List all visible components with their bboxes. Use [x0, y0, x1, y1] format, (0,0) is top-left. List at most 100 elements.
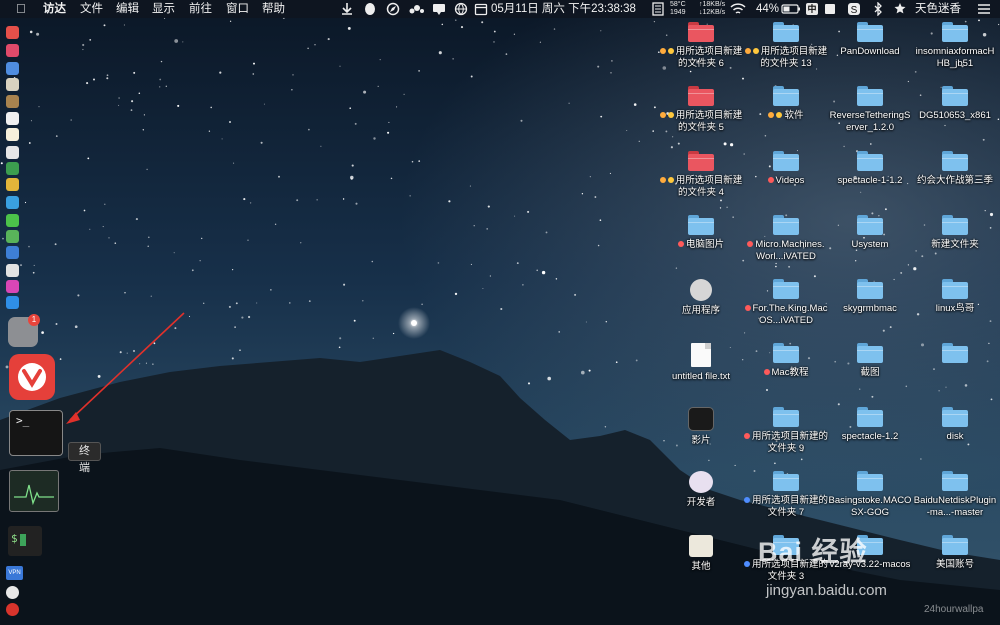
activity-monitor-icon[interactable] — [9, 470, 59, 512]
input-method-badge[interactable]: 中 — [806, 3, 818, 15]
desktop-item[interactable]: 用所选项目新建的文件夹 4 — [659, 151, 743, 199]
safari-icon[interactable] — [6, 62, 19, 75]
desktop-item-label: linux鸟哥 — [913, 303, 997, 315]
star — [729, 143, 734, 147]
star — [882, 329, 885, 332]
desktop-item[interactable]: Mac教程 — [744, 343, 828, 379]
music-icon[interactable] — [6, 280, 19, 293]
calendar-app-icon[interactable] — [6, 112, 19, 125]
menu-go[interactable]: 前往 — [189, 0, 212, 18]
notification-icon[interactable] — [432, 2, 446, 16]
app-store-icon[interactable] — [6, 296, 19, 309]
desktop-item[interactable]: 用所选项目新建的文件夹 5 — [659, 86, 743, 134]
dock-app-icon[interactable] — [6, 26, 19, 39]
compass-icon[interactable] — [386, 2, 400, 16]
desktop-item[interactable]: disk — [913, 407, 997, 443]
desktop-item[interactable]: 软件 — [744, 86, 828, 122]
dock-app-icon[interactable] — [6, 146, 19, 159]
memory-icon[interactable] — [652, 2, 664, 16]
desktop-item[interactable]: untitled file.txt — [659, 343, 743, 383]
desktop-item-label: 其他 — [659, 561, 743, 573]
qq-penguin-icon[interactable] — [363, 2, 377, 16]
desktop-item[interactable]: spectacle-1-1.2 — [828, 151, 912, 187]
desktop-item[interactable]: insomniaxformacHHB_jb51 — [913, 22, 997, 70]
chrome-icon[interactable] — [6, 178, 19, 191]
desktop-item[interactable]: 开发者 — [659, 471, 743, 509]
numbers-icon[interactable] — [6, 246, 19, 259]
desktop-item[interactable]: For.The.King.MacOS...iVATED — [744, 279, 828, 327]
star — [133, 71, 136, 74]
desktop-item[interactable]: Micro.Machines.Worl...iVATED — [744, 215, 828, 263]
control-icon[interactable] — [823, 2, 837, 16]
desktop-item[interactable]: 影片 — [659, 407, 743, 447]
menu-help[interactable]: 帮助 — [262, 0, 285, 18]
star — [441, 23, 444, 26]
download-icon[interactable] — [340, 2, 354, 16]
menu-window[interactable]: 窗口 — [226, 0, 249, 18]
wifi-icon[interactable] — [730, 2, 746, 16]
clock[interactable]: 05月11日 周六 下午23:38:38 — [491, 0, 636, 18]
menu-edit[interactable]: 编辑 — [116, 0, 139, 18]
desktop-item[interactable]: Usystem — [828, 215, 912, 251]
desktop-item[interactable]: 美国账号 — [913, 535, 997, 571]
desktop-item[interactable]: 用所选项目新建的文件夹 13 — [744, 22, 828, 70]
dock-app-icon[interactable] — [6, 44, 19, 57]
desktop-item[interactable]: spectacle-1.2 — [828, 407, 912, 443]
dock-app-icon[interactable] — [6, 196, 19, 209]
desktop-item-name: DG510653_x861 — [919, 110, 991, 121]
desktop-item[interactable]: 截图 — [828, 343, 912, 379]
star-icon[interactable] — [894, 2, 906, 16]
s-app-icon[interactable]: S — [847, 2, 861, 16]
desktop-item[interactable]: 用所选项目新建的文件夹 6 — [659, 22, 743, 70]
terminal-icon[interactable]: >_ — [9, 410, 63, 456]
desktop-item[interactable]: 电脑图片 — [659, 215, 743, 251]
dock-app-icon[interactable] — [6, 128, 19, 141]
desktop-item[interactable]: 用所选项目新建的文件夹 7 — [744, 471, 828, 519]
battery-percent[interactable]: 44% — [756, 0, 779, 18]
battery-icon[interactable] — [781, 2, 801, 16]
yandex-icon[interactable] — [6, 586, 19, 599]
star — [83, 209, 86, 212]
globe-icon[interactable] — [454, 2, 468, 16]
star — [82, 48, 84, 51]
desktop-item[interactable]: 其他 — [659, 535, 743, 573]
desktop-item[interactable]: 用所选项目新建的文件夹 9 — [744, 407, 828, 455]
menu-list-icon[interactable] — [976, 2, 992, 16]
desktop-item[interactable]: 应用程序 — [659, 279, 743, 317]
dots-icon[interactable] — [409, 2, 425, 16]
star — [869, 143, 872, 145]
desktop-item[interactable]: 新建文件夹 — [913, 215, 997, 251]
menu-bar:  访达 文件 编辑 显示 前往 窗口 帮助 05月11日 周六 下午23:38… — [0, 0, 1000, 18]
calendar-icon[interactable] — [474, 2, 488, 16]
star — [300, 242, 302, 244]
weibo-icon[interactable] — [6, 603, 19, 616]
star — [327, 38, 330, 41]
desktop-item[interactable]: linux鸟哥 — [913, 279, 997, 315]
menu-file[interactable]: 文件 — [80, 0, 103, 18]
vivaldi-browser-icon[interactable] — [9, 354, 55, 400]
console-icon[interactable]: $ — [8, 526, 42, 556]
dock-app-icon[interactable] — [6, 78, 19, 91]
desktop-item[interactable]: 约会大作战第三季 — [913, 151, 997, 187]
desktop-item[interactable]: BaiduNetdiskPlugin-ma...-master — [913, 471, 997, 519]
desktop-item[interactable]: PanDownload — [828, 22, 912, 58]
desktop-item-label: 用所选项目新建的文件夹 6 — [659, 46, 743, 70]
bluetooth-icon[interactable] — [873, 2, 883, 16]
dock-app-icon[interactable] — [6, 162, 19, 175]
menu-view[interactable]: 显示 — [152, 0, 175, 18]
dock-app-icon[interactable] — [6, 230, 19, 243]
desktop-item[interactable] — [913, 343, 997, 367]
desktop-item[interactable]: ReverseTetheringServer_1.2.0 — [828, 86, 912, 134]
notes-icon[interactable] — [6, 95, 19, 108]
wechat-icon[interactable] — [6, 214, 19, 227]
vpn-icon[interactable]: VPN — [6, 566, 23, 580]
desktop-item[interactable]: Basingstoke.MACOSX-GOG — [828, 471, 912, 519]
desktop-item[interactable]: DG510653_x861 — [913, 86, 997, 122]
watermark-url: jingyan.baidu.com — [766, 582, 887, 599]
user-name[interactable]: 天色迷香 — [915, 0, 961, 18]
dock-app-icon[interactable] — [6, 264, 19, 277]
desktop-item[interactable]: Videos — [744, 151, 828, 187]
app-name-menu[interactable]: 访达 — [43, 0, 66, 18]
desktop-item[interactable]: skygrmbmac — [828, 279, 912, 315]
apple-menu-icon[interactable]:  — [16, 0, 26, 18]
